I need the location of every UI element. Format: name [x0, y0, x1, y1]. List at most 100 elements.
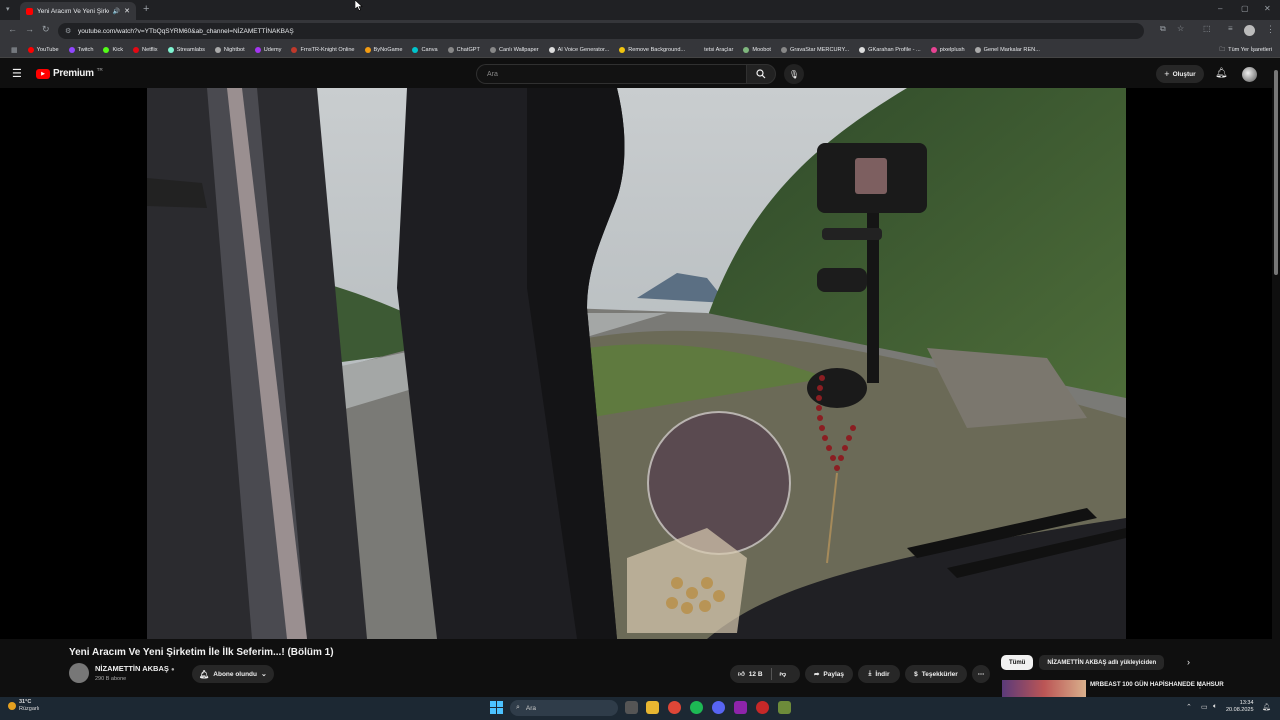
- discord-icon[interactable]: [712, 701, 725, 714]
- tray-chevron-icon[interactable]: ⌃: [1186, 703, 1192, 711]
- browser-menu-icon[interactable]: ⋮: [1266, 24, 1275, 35]
- site-info-icon[interactable]: ⚙: [65, 27, 71, 35]
- tab-close-icon[interactable]: ✕: [124, 7, 130, 15]
- bookmark-favicon-icon: [68, 46, 75, 53]
- bookmark-item[interactable]: GravaStar MERCURY...: [776, 46, 854, 53]
- scrollbar-thumb[interactable]: [1274, 70, 1278, 275]
- plus-icon: +: [1164, 69, 1170, 79]
- notifications-bell-icon[interactable]: 🔔︎: [1215, 68, 1228, 79]
- create-button[interactable]: + Oluştur: [1156, 65, 1204, 83]
- reload-icon[interactable]: ↻: [42, 24, 50, 35]
- bookmark-item[interactable]: Moobot: [738, 46, 776, 53]
- bookmark-label: GravaStar MERCURY...: [790, 46, 850, 53]
- channel-avatar[interactable]: [69, 663, 89, 683]
- bookmark-item[interactable]: YouTube: [23, 46, 64, 53]
- chrome-icon[interactable]: [668, 701, 681, 714]
- bookmark-favicon-icon: [781, 46, 787, 53]
- chips-next-icon[interactable]: ›: [1187, 657, 1190, 667]
- bookmark-label: AI Voice Generator...: [557, 46, 610, 53]
- create-label: Oluştur: [1172, 70, 1196, 78]
- share-button[interactable]: ➦ Paylaş: [805, 665, 853, 683]
- volume-icon[interactable]: 🔈︎: [1213, 703, 1217, 711]
- bookmark-label: Udemy: [263, 46, 282, 53]
- app-icon[interactable]: [778, 701, 791, 714]
- youtube-logo[interactable]: ▶ Premium TR: [36, 67, 103, 79]
- close-window-icon[interactable]: ✕: [1264, 4, 1271, 13]
- bookmark-item[interactable]: Streamlabs: [163, 46, 210, 53]
- recommended-video[interactable]: MRBEAST 100 GÜN HAPİSHANEDE MAHSUR: [1002, 680, 1268, 698]
- notification-center-icon[interactable]: 🔔︎: [1262, 703, 1271, 711]
- recommended-menu-icon[interactable]: ⋮: [1196, 681, 1204, 690]
- hamburger-menu-icon[interactable]: ☰: [12, 67, 22, 80]
- bookmark-item[interactable]: pixelplush: [926, 46, 970, 53]
- tab-search-icon[interactable]: ▾: [6, 5, 10, 13]
- bookmark-item[interactable]: AI Voice Generator...: [544, 46, 615, 53]
- weather-widget[interactable]: 31°C Rüzgarlı: [8, 699, 39, 713]
- back-icon[interactable]: ←: [8, 24, 17, 34]
- file-explorer-icon[interactable]: [646, 701, 659, 714]
- bookmark-item[interactable]: GKarahan Profile - ...: [854, 46, 926, 53]
- network-icon[interactable]: ▭: [1201, 703, 1208, 711]
- like-button[interactable]: 👍︎ 12 B: [738, 670, 763, 679]
- youtube-favicon-icon: [26, 7, 33, 15]
- bookmark-favicon-icon: [103, 46, 110, 53]
- bookmark-item[interactable]: tetsi Araçlar: [690, 46, 738, 53]
- video-player[interactable]: [147, 88, 1126, 639]
- bookmark-item[interactable]: Canlı Wallpaper: [485, 46, 544, 53]
- thanks-button[interactable]: $ Teşekkürler: [905, 665, 967, 683]
- thumbs-up-icon: 👍︎: [738, 671, 745, 678]
- maximize-icon[interactable]: ▢: [1241, 4, 1249, 13]
- all-bookmarks-label: Tüm Yer İşaretleri: [1228, 46, 1272, 53]
- bookmark-item[interactable]: Netflix: [128, 46, 163, 53]
- opera-icon[interactable]: [756, 701, 769, 714]
- bookmark-item[interactable]: Twitch: [64, 46, 99, 53]
- bookmark-item[interactable]: Kick: [98, 46, 128, 53]
- minimize-icon[interactable]: –: [1218, 4, 1222, 13]
- spotify-icon[interactable]: [690, 701, 703, 714]
- profile-avatar[interactable]: [1244, 25, 1255, 36]
- task-view-icon[interactable]: [625, 701, 638, 714]
- channel-name[interactable]: NİZAMETTİN AKBAŞ ●: [95, 664, 175, 673]
- search-input[interactable]: Ara: [476, 64, 746, 84]
- more-actions-button[interactable]: ⋯: [972, 665, 990, 683]
- bookmark-item[interactable]: ChatGPT: [443, 46, 485, 53]
- media-control-icon[interactable]: ≡: [1228, 24, 1233, 33]
- chevron-down-icon: ⌄: [260, 671, 267, 678]
- bookmark-star-icon[interactable]: ☆: [1177, 24, 1184, 33]
- chip-all[interactable]: Tümü: [1001, 655, 1034, 670]
- bookmark-label: FrnsTR-Knight Online: [300, 46, 355, 53]
- bookmark-item[interactable]: FrnsTR-Knight Online: [286, 46, 359, 53]
- obs-icon[interactable]: [734, 701, 747, 714]
- like-count: 12 B: [748, 670, 763, 678]
- dislike-button[interactable]: 👎︎: [780, 670, 787, 678]
- taskbar-search[interactable]: ⌕ Ara: [510, 700, 618, 716]
- forward-icon[interactable]: →: [25, 24, 34, 34]
- thanks-icon: $: [914, 670, 918, 678]
- subscribed-button[interactable]: 🔔︎ Abone olundu ⌄: [192, 665, 274, 683]
- bookmark-label: Canlı Wallpaper: [498, 46, 539, 53]
- all-bookmarks[interactable]: 🗀 Tüm Yer İşaretleri: [1215, 45, 1280, 55]
- clock[interactable]: 13:34 20.08.2025: [1226, 700, 1254, 714]
- bookmark-item[interactable]: Nightbot: [210, 46, 250, 53]
- voice-search-button[interactable]: 🎙: [784, 64, 804, 84]
- start-button-icon[interactable]: [490, 701, 503, 714]
- install-app-icon[interactable]: ⧉: [1160, 24, 1166, 34]
- recommended-thumbnail: [1002, 680, 1086, 698]
- search-button[interactable]: [746, 64, 776, 84]
- extensions-icon[interactable]: ⬚: [1203, 24, 1211, 33]
- address-bar[interactable]: ⚙ youtube.com/watch?v=YTbQqSYRM60&ab_cha…: [58, 23, 1144, 39]
- bookmark-item[interactable]: Genel Markalar REN...: [970, 46, 1045, 53]
- bookmark-item[interactable]: Canva: [407, 46, 442, 53]
- download-button[interactable]: ⤓ İndir: [858, 665, 900, 683]
- account-avatar[interactable]: [1242, 67, 1257, 82]
- bookmark-item[interactable]: Udemy: [250, 46, 287, 53]
- temperature: 31°C: [19, 699, 32, 705]
- bookmark-label: Netflix: [142, 46, 158, 53]
- apps-grid-icon[interactable]: ▦: [6, 46, 23, 54]
- chip-from-uploader[interactable]: NİZAMETTİN AKBAŞ adlı yükleyiciden: [1039, 655, 1165, 670]
- new-tab-icon[interactable]: +: [143, 3, 149, 15]
- bookmark-item[interactable]: Remove Background...: [614, 46, 690, 53]
- thanks-label: Teşekkürler: [921, 670, 958, 678]
- bookmark-item[interactable]: ByNoGame: [360, 46, 408, 53]
- browser-tab[interactable]: Yeni Aracım Ve Yeni Şirketim 🔊 ✕: [20, 2, 136, 20]
